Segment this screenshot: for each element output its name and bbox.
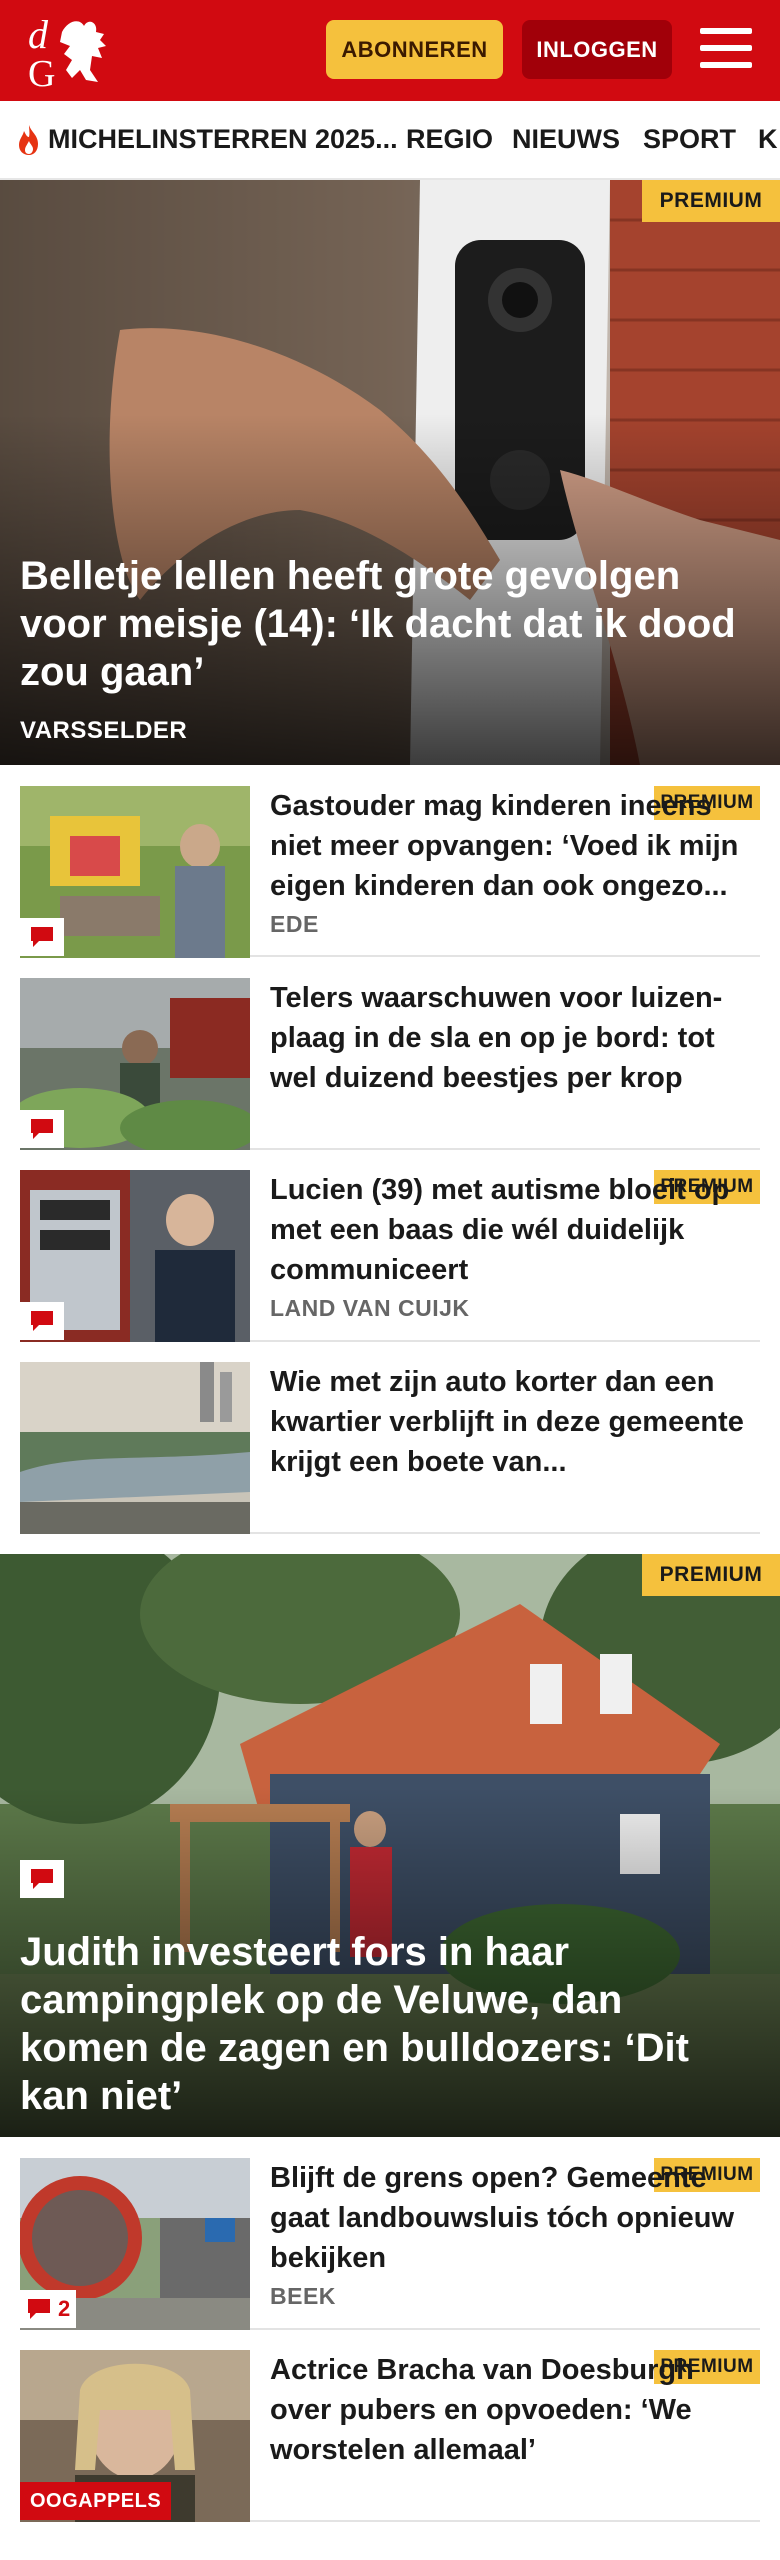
article-item[interactable]: Wie met zijn auto korter dan een kwartie… (20, 1362, 760, 1534)
nav-label: MICHELINSTERREN 2025... (48, 124, 398, 154)
comment-badge[interactable] (20, 1302, 64, 1340)
nav-item-nieuws[interactable]: NIEUWS (512, 101, 620, 178)
hero-article-doorbell[interactable]: PREMIUM Belletje lellen heeft grote gevo… (0, 180, 780, 765)
premium-badge: PREMIUM (642, 180, 780, 222)
comment-icon (31, 927, 53, 947)
subscribe-button[interactable]: ABONNEREN (326, 20, 503, 79)
svg-text:G: G (28, 53, 55, 90)
category-nav: MICHELINSTERREN 2025... REGIO NIEUWS SPO… (0, 101, 780, 180)
comment-badge[interactable] (20, 1860, 64, 1898)
comment-icon (28, 2299, 50, 2319)
hero-article-camping[interactable]: PREMIUM Judith investeert fors in haar c… (0, 1554, 780, 2137)
nav-item-michelinsterren[interactable]: MICHELINSTERREN 2025... (16, 101, 398, 178)
premium-badge: PREMIUM (642, 1554, 780, 1596)
article-title: Gastouder mag kinderen ineens niet meer … (270, 790, 739, 902)
comment-badge[interactable]: 2 (20, 2290, 77, 2328)
nav-item-regio[interactable]: REGIO (406, 101, 493, 178)
svg-text:d: d (28, 12, 49, 57)
comment-count: 2 (58, 2296, 71, 2321)
logo-icon: d G (28, 12, 106, 95)
category-label: OOGAPPELS (20, 2482, 172, 2520)
article-title: Lucien (39) met autisme bloeit op met ee… (270, 1174, 730, 1286)
login-button[interactable]: INLOGGEN (522, 20, 672, 79)
comment-badge[interactable] (20, 918, 64, 956)
comment-badge[interactable] (20, 1110, 64, 1148)
nav-item-partial[interactable]: K (758, 101, 778, 178)
flame-icon (19, 124, 38, 155)
article-title: Blijft de grens open? Gemeente gaat land… (270, 2162, 735, 2274)
article-item[interactable]: PREMIUM OOGAPPELS Actrice Bracha van Doe… (20, 2350, 760, 2522)
article-title: Telers waarschuwen voor luizen-plaag in … (270, 982, 723, 1094)
hero-title: Judith investeert fors in haar campingpl… (20, 1930, 689, 2118)
article-title: Actrice Bracha van Doesburgh over pubers… (270, 2354, 694, 2466)
comment-icon (31, 1869, 53, 1889)
site-header: d G ABONNEREN INLOGGEN (0, 0, 780, 101)
site-logo[interactable]: d G (24, 12, 116, 95)
article-item[interactable]: PREMIUM 2 Blijft de grens open? Gemeente… (20, 2158, 760, 2330)
article-item[interactable]: PREMIUM Lucien (39) met autisme bloeit o… (20, 1170, 760, 1342)
hamburger-menu-icon[interactable] (700, 24, 752, 72)
nav-item-sport[interactable]: SPORT (643, 101, 736, 178)
comment-icon (31, 1119, 53, 1139)
article-item[interactable]: Telers waarschuwen voor luizen-plaag in … (20, 978, 760, 1150)
article-location: BEEK (270, 2283, 336, 2309)
article-location: LAND VAN CUIJK (270, 1295, 470, 1321)
hero-title: Belletje lellen heeft grote gevolgen voo… (20, 554, 736, 694)
hero-location: VARSSELDER (20, 717, 188, 744)
article-thumbnail (20, 1362, 250, 1534)
article-location: EDE (270, 911, 319, 937)
article-title: Wie met zijn auto korter dan een kwartie… (270, 1366, 744, 1478)
article-item[interactable]: PREMIUM Gastouder mag kinderen ineens ni… (20, 786, 760, 958)
comment-icon (31, 1311, 53, 1331)
